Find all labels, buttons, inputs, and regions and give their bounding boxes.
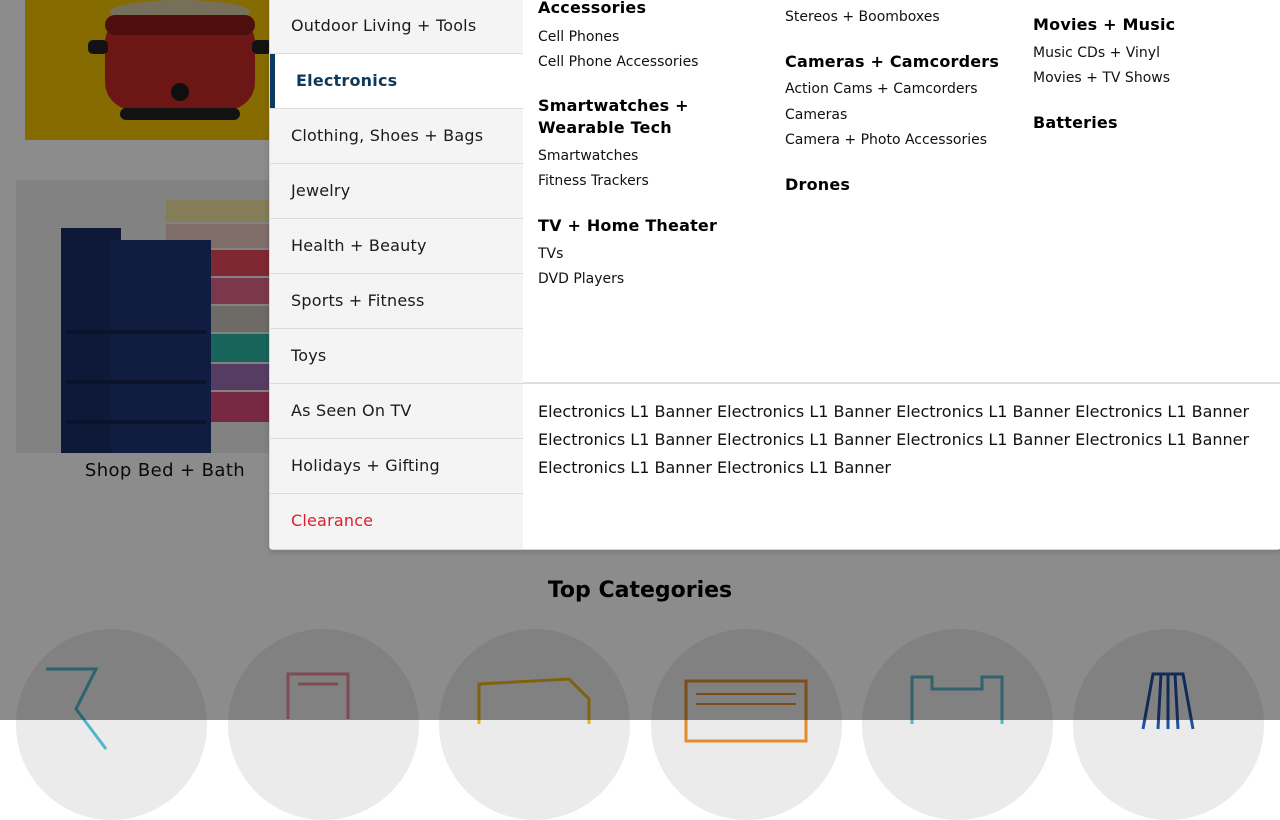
category-jewelry[interactable]: Jewelry bbox=[270, 164, 523, 219]
category-clothing-shoes-bags[interactable]: Clothing, Shoes + Bags bbox=[270, 109, 523, 164]
towels-image bbox=[61, 200, 286, 453]
action-cams-camcorders-link[interactable]: Action Cams + Camcorders bbox=[785, 79, 978, 99]
top-category-tile[interactable] bbox=[16, 629, 207, 820]
drones-heading[interactable]: Drones bbox=[785, 174, 850, 196]
music-cds-vinyl-link[interactable]: Music CDs + Vinyl bbox=[1033, 43, 1160, 63]
electronics-l1-banner[interactable]: Electronics L1 Banner Electronics L1 Ban… bbox=[523, 382, 1280, 549]
movies-tv-shows-link[interactable]: Movies + TV Shows bbox=[1033, 68, 1170, 88]
movies-music-heading[interactable]: Movies + Music bbox=[1033, 14, 1175, 36]
tvs-link[interactable]: TVs bbox=[538, 244, 563, 264]
category-health-beauty[interactable]: Health + Beauty bbox=[270, 219, 523, 274]
slow-cooker-image bbox=[88, 0, 272, 120]
category-toys[interactable]: Toys bbox=[270, 329, 523, 384]
category-electronics[interactable]: Electronics bbox=[270, 54, 523, 109]
category-list: Outdoor Living + Tools Electronics Cloth… bbox=[270, 0, 523, 549]
stereos-boomboxes-link[interactable]: Stereos + Boomboxes bbox=[785, 7, 940, 27]
category-holidays-gifting[interactable]: Holidays + Gifting bbox=[270, 439, 523, 494]
cell-phone-accessories-link[interactable]: Cell Phone Accessories bbox=[538, 52, 698, 72]
cameras-link[interactable]: Cameras bbox=[785, 105, 847, 125]
fitness-trackers-link[interactable]: Fitness Trackers bbox=[538, 171, 649, 191]
furniture-icon bbox=[910, 675, 1004, 724]
lamp-icon bbox=[1141, 672, 1195, 730]
banner-text: Electronics L1 Banner Electronics L1 Ban… bbox=[538, 402, 1250, 477]
category-sports-fitness[interactable]: Sports + Fitness bbox=[270, 274, 523, 329]
top-category-tile[interactable] bbox=[439, 629, 630, 820]
bed-bath-promo-image[interactable] bbox=[16, 180, 286, 453]
top-category-tile[interactable] bbox=[651, 629, 842, 820]
smartwatches-link[interactable]: Smartwatches bbox=[538, 146, 638, 166]
top-category-tile[interactable] bbox=[228, 629, 419, 820]
slow-cooker-promo-image[interactable] bbox=[25, 0, 285, 140]
tv-home-theater-heading[interactable]: TV + Home Theater bbox=[538, 215, 717, 237]
category-as-seen-on-tv[interactable]: As Seen On TV bbox=[270, 384, 523, 439]
mega-menu: Outdoor Living + Tools Electronics Cloth… bbox=[269, 0, 1280, 550]
subcategory-panel: Accessories Cell Phones Cell Phone Acces… bbox=[523, 0, 1280, 382]
cameras-camcorders-heading[interactable]: Cameras + Camcorders bbox=[785, 51, 999, 73]
cell-phones-link[interactable]: Cell Phones bbox=[538, 27, 619, 47]
category-line-icon bbox=[46, 667, 108, 750]
microwave-icon bbox=[684, 679, 808, 743]
batteries-heading[interactable]: Batteries bbox=[1033, 112, 1118, 134]
top-category-tile[interactable] bbox=[862, 629, 1053, 820]
accessories-heading[interactable]: Accessories bbox=[538, 0, 646, 19]
category-clearance[interactable]: Clearance bbox=[270, 494, 523, 548]
top-categories-heading: Top Categories bbox=[547, 578, 733, 603]
top-category-tile[interactable] bbox=[1073, 629, 1264, 820]
category-outdoor-living-tools[interactable]: Outdoor Living + Tools bbox=[270, 0, 523, 54]
camera-photo-accessories-link[interactable]: Camera + Photo Accessories bbox=[785, 130, 987, 150]
kitchen-appliance-icon bbox=[477, 677, 591, 724]
dvd-players-link[interactable]: DVD Players bbox=[538, 269, 624, 289]
bedding-icon bbox=[286, 672, 350, 719]
smartwatches-wearable-heading[interactable]: Smartwatches + Wearable Tech bbox=[538, 95, 713, 139]
